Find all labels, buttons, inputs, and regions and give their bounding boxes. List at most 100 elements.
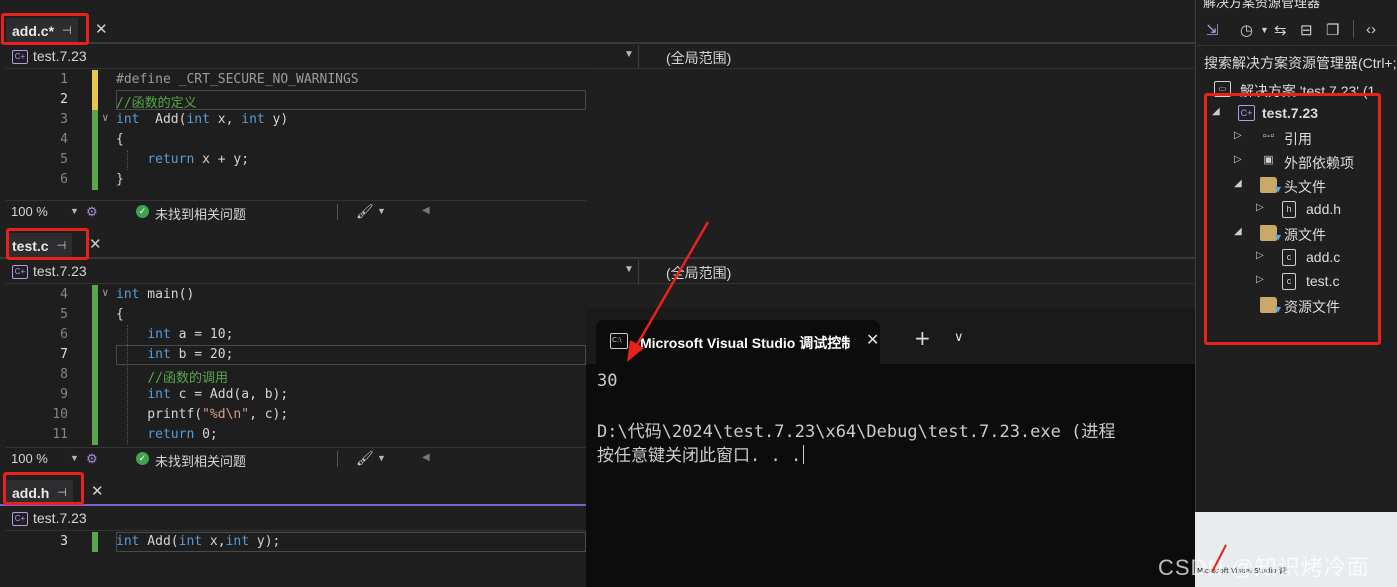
chevron-down-icon[interactable]: ▼ xyxy=(377,453,386,463)
code-line[interactable]: 10 printf("%d\n", c); xyxy=(6,405,586,425)
change-bar xyxy=(92,405,98,425)
code-token: printf( xyxy=(116,407,203,422)
history-icon[interactable]: ◷ xyxy=(1240,21,1253,39)
chevron-down-icon[interactable]: ▼ xyxy=(624,49,634,60)
code-health-icon[interactable]: ⚙ xyxy=(86,204,98,220)
code-health-icon[interactable]: ⚙ xyxy=(86,451,98,467)
code-text: int Add(int x, int y) xyxy=(116,112,288,127)
code-editor-add-c[interactable]: 1 #define _CRT_SECURE_NO_WARNINGS 2 //函数的定义… xyxy=(6,70,586,200)
code-line[interactable]: 3 ∨ int Add(int x, int y) xyxy=(6,110,586,130)
nav-project-dropdown[interactable]: test.7.23 xyxy=(33,48,87,64)
code-token: int xyxy=(241,112,265,127)
change-bar xyxy=(92,385,98,405)
code-token: , c); xyxy=(249,407,289,422)
code-line[interactable]: 9 int c = Add(a, b); xyxy=(6,385,586,405)
chevron-down-icon[interactable]: ▼ xyxy=(377,206,386,216)
code-line[interactable]: 4 ∨ int main() xyxy=(6,285,586,305)
change-bar xyxy=(92,110,98,130)
code-line[interactable]: 2 //函数的定义 xyxy=(6,90,586,111)
issues-status[interactable]: 未找到相关问题 xyxy=(155,451,246,470)
code-text: } xyxy=(116,172,124,187)
code-text: int Add(int x,int y); xyxy=(116,534,280,549)
code-line[interactable]: 6} xyxy=(6,170,586,190)
console-tab[interactable]: C:\ Microsoft Visual Studio 调试控制台 ✕ xyxy=(596,320,880,364)
line-number: 2 xyxy=(60,92,68,107)
code-line[interactable]: 7 int b = 20; xyxy=(6,345,586,365)
line-number: 5 xyxy=(60,152,68,167)
change-bar xyxy=(92,325,98,345)
close-icon[interactable]: ✕ xyxy=(89,235,102,253)
solution-search-input[interactable]: 搜索解决方案资源管理器(Ctrl+;) xyxy=(1196,48,1397,76)
copy-icon[interactable]: ❐ xyxy=(1326,21,1339,39)
code-line[interactable]: 1 #define _CRT_SECURE_NO_WARNINGS xyxy=(6,70,586,90)
collapse-all-icon[interactable]: ⊟ xyxy=(1300,21,1313,39)
code-token: { xyxy=(116,132,124,147)
issues-status[interactable]: 未找到相关问题 xyxy=(155,204,246,223)
brush-icon[interactable]: 🖌 xyxy=(356,203,374,220)
chevron-down-icon[interactable]: ▼ xyxy=(624,264,634,275)
zoom-level[interactable]: 100 % xyxy=(11,204,48,219)
code-line[interactable]: 5 return x + y; xyxy=(6,150,586,170)
console-prompt-line: 按任意键关闭此窗口. . . xyxy=(597,441,805,466)
line-number: 1 xyxy=(60,72,68,87)
code-view-icon[interactable]: ‹› xyxy=(1366,21,1376,38)
solution-explorer-title: 解决方案资源管理器 xyxy=(1203,0,1321,10)
brush-icon[interactable]: 🖌 xyxy=(356,450,374,467)
chevron-down-icon[interactable]: ▼ xyxy=(70,206,79,216)
new-tab-plus-icon[interactable]: + xyxy=(914,328,931,348)
code-token: Add( xyxy=(139,112,187,127)
annotation-box-test-c xyxy=(6,228,89,260)
code-line[interactable]: 11 return 0; xyxy=(6,425,586,445)
line-number: 5 xyxy=(60,307,68,322)
code-text: int a = 10; xyxy=(116,327,233,342)
chevron-down-icon[interactable]: ∨ xyxy=(954,330,964,345)
code-text: int c = Add(a, b); xyxy=(116,387,288,402)
project-icon: C+ xyxy=(12,265,28,279)
code-line[interactable]: 6 int a = 10; xyxy=(6,325,586,345)
code-editor-add-h[interactable]: 3 int Add(int x,int y); xyxy=(6,532,586,587)
close-icon[interactable]: ✕ xyxy=(91,482,104,500)
code-line[interactable]: 3 int Add(int x,int y); xyxy=(6,532,586,552)
code-token: //函数的定义 xyxy=(116,96,197,111)
code-editor-test-c[interactable]: 4 ∨ int main() 5{6 int a = 10; 7 int b = 20;… xyxy=(6,285,586,447)
console-output-value: 30 xyxy=(597,371,618,391)
scroll-left-icon[interactable]: ◀ xyxy=(422,205,430,216)
close-icon[interactable]: ✕ xyxy=(95,20,108,38)
code-token: c = Add(a, b); xyxy=(170,387,289,402)
nav-project-dropdown[interactable]: test.7.23 xyxy=(33,263,87,279)
zoom-level[interactable]: 100 % xyxy=(11,451,48,466)
code-line[interactable]: 4{ xyxy=(6,130,586,150)
line-number: 4 xyxy=(60,132,68,147)
close-icon[interactable]: ✕ xyxy=(866,330,879,349)
nav-scope-dropdown[interactable]: (全局范围) xyxy=(666,48,731,68)
divider xyxy=(1353,20,1354,38)
nav-scope-dropdown[interactable]: (全局范围) xyxy=(666,263,731,283)
code-line[interactable]: 8 //函数的调用 xyxy=(6,365,586,386)
tabstrip-add-c: add.c* ⊣ ✕ xyxy=(0,14,1195,44)
code-text: #define _CRT_SECURE_NO_WARNINGS xyxy=(116,72,359,87)
scroll-left-icon[interactable]: ◀ xyxy=(422,452,430,463)
code-token: y); xyxy=(249,534,281,549)
annotation-box-solution xyxy=(1204,93,1381,345)
code-line[interactable]: 5{ xyxy=(6,305,586,325)
code-token: int xyxy=(186,112,210,127)
code-token: y) xyxy=(264,112,289,127)
fold-chevron-icon[interactable]: ∨ xyxy=(102,111,109,124)
console-prompt-text: 按任意键关闭此窗口. . . xyxy=(597,446,802,466)
change-bar xyxy=(92,70,98,90)
change-bar xyxy=(92,170,98,190)
debug-console-window[interactable]: C:\ Microsoft Visual Studio 调试控制台 ✕ + ∨ … xyxy=(586,308,1195,587)
fold-chevron-icon[interactable]: ∨ xyxy=(102,286,109,299)
chevron-down-icon[interactable]: ▼ xyxy=(1260,25,1269,35)
change-bar xyxy=(92,532,98,552)
chevron-down-icon[interactable]: ▼ xyxy=(70,453,79,463)
line-number: 4 xyxy=(60,287,68,302)
code-token: x, xyxy=(202,534,226,549)
change-bar xyxy=(92,365,98,385)
watermark: CSDN @知识烤冷面 xyxy=(1158,555,1370,580)
nav-project-dropdown[interactable]: test.7.23 xyxy=(33,510,87,526)
sync-icon[interactable]: ⇆ xyxy=(1274,21,1287,39)
vs-switch-icon[interactable]: ⇲ xyxy=(1206,21,1219,39)
change-bar xyxy=(92,150,98,170)
